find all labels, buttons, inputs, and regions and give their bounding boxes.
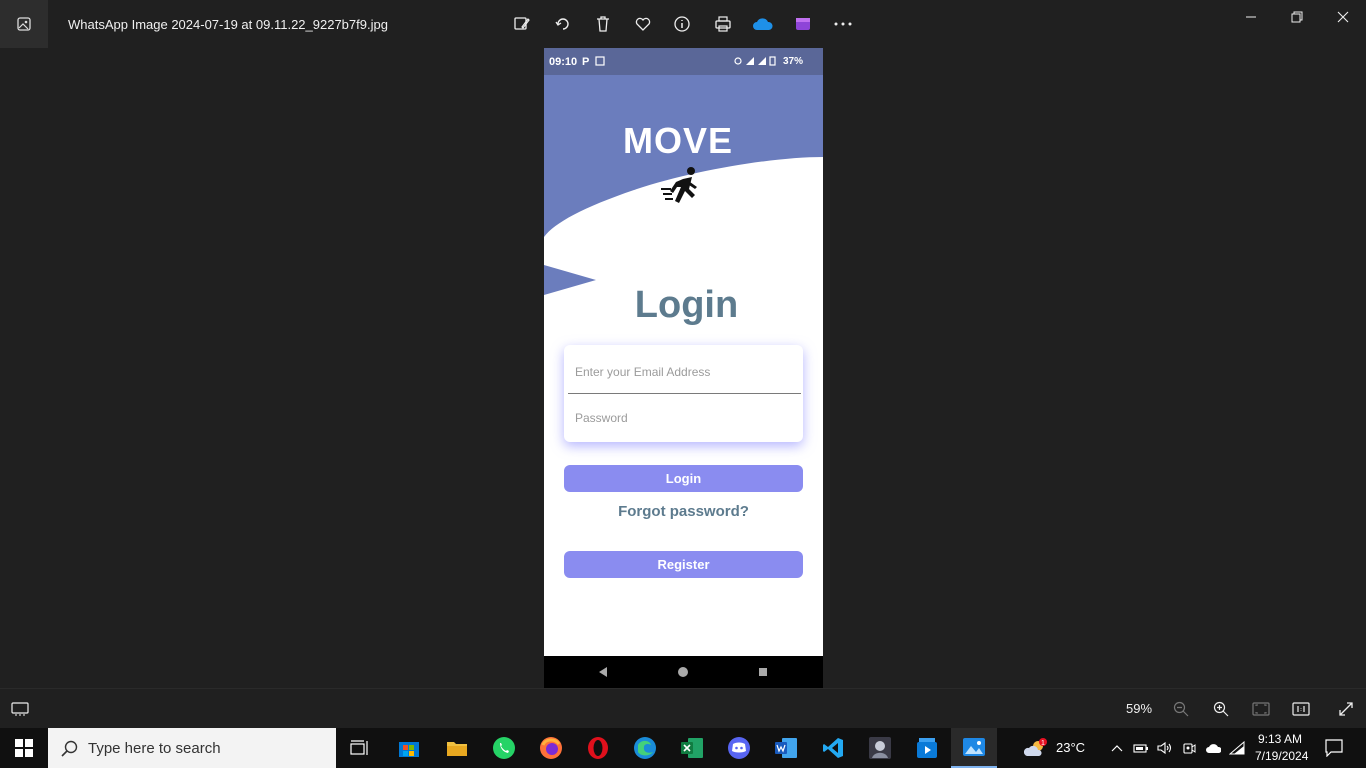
password-field[interactable]: Password [575, 411, 628, 425]
file-name: WhatsApp Image 2024-07-19 at 09.11.22_92… [68, 17, 388, 32]
fullscreen-icon[interactable] [1334, 697, 1358, 721]
register-button[interactable]: Register [564, 551, 803, 578]
clock-date[interactable]: 7/19/2024 [1255, 749, 1308, 763]
microsoft-store-icon[interactable] [389, 732, 429, 764]
zoom-level: 59% [1126, 701, 1153, 716]
onedrive-icon[interactable] [751, 12, 775, 36]
clock-time[interactable]: 9:13 AM [1258, 732, 1302, 746]
favorite-icon[interactable] [631, 12, 655, 36]
zoom-out-icon[interactable] [1169, 697, 1193, 721]
file-explorer-icon[interactable] [437, 732, 477, 764]
login-form-card: Enter your Email Address Password [564, 345, 803, 442]
phone-status-bar: 09:10 P 37% [544, 48, 823, 75]
recents-icon[interactable] [755, 664, 771, 680]
firefox-icon[interactable] [531, 732, 571, 764]
weather-temperature: 23°C [1056, 740, 1086, 755]
photos-bottom-bar: 59% [0, 688, 1366, 728]
meet-now-icon[interactable] [1181, 740, 1197, 756]
print-icon[interactable] [711, 12, 735, 36]
word-icon[interactable] [766, 732, 806, 764]
status-battery: 37% [782, 56, 803, 67]
task-view-icon[interactable] [340, 732, 380, 764]
phone-nav-bar [544, 656, 823, 688]
calendar-icon [595, 56, 605, 66]
weather-badge: 1 [1041, 740, 1045, 747]
clipchamp-icon[interactable] [791, 12, 815, 36]
taskbar-search[interactable]: Type here to search [48, 728, 336, 768]
volume-icon[interactable] [1157, 740, 1173, 756]
more-icon[interactable] [831, 12, 855, 36]
filmstrip-icon[interactable] [8, 697, 32, 721]
taskbar: Type here to search 1 23°C 9:13 AM 7/19/… [0, 728, 1366, 768]
wifi-icon[interactable] [1229, 740, 1245, 756]
search-icon [61, 740, 78, 757]
vscode-icon[interactable] [813, 732, 853, 764]
opera-icon[interactable] [578, 732, 618, 764]
close-icon[interactable] [1320, 4, 1366, 30]
fit-to-window-icon[interactable] [1249, 697, 1273, 721]
back-icon[interactable] [595, 664, 611, 680]
notifications-icon[interactable] [1325, 739, 1343, 757]
restore-icon[interactable] [1274, 4, 1320, 30]
whatsapp-icon[interactable] [484, 732, 524, 764]
edit-image-icon[interactable] [510, 12, 534, 36]
signal-icons [734, 56, 776, 66]
info-icon[interactable] [670, 12, 694, 36]
home-icon[interactable] [675, 664, 691, 680]
title-bar: WhatsApp Image 2024-07-19 at 09.11.22_92… [0, 0, 1366, 48]
runner-icon [661, 167, 697, 203]
login-button[interactable]: Login [564, 465, 803, 492]
actual-size-icon[interactable] [1289, 697, 1313, 721]
start-button[interactable] [0, 728, 48, 768]
game-app-icon[interactable] [860, 732, 900, 764]
email-field[interactable]: Enter your Email Address [575, 365, 710, 379]
edge-icon[interactable] [625, 732, 665, 764]
weather-icon[interactable]: 1 [1024, 738, 1048, 758]
excel-icon[interactable] [672, 732, 712, 764]
status-p: P [582, 56, 590, 68]
search-placeholder: Type here to search [88, 740, 221, 757]
show-hidden-icons-icon[interactable] [1109, 740, 1125, 756]
photos-app-icon[interactable] [0, 0, 48, 48]
minimize-icon[interactable] [1228, 4, 1274, 30]
zoom-in-icon[interactable] [1209, 697, 1233, 721]
photos-taskbar-icon[interactable] [951, 728, 997, 768]
battery-icon[interactable] [1133, 740, 1149, 756]
rotate-icon[interactable] [551, 12, 575, 36]
delete-icon[interactable] [591, 12, 615, 36]
login-heading: Login [634, 284, 739, 326]
discord-icon[interactable] [719, 732, 759, 764]
forgot-password-link[interactable]: Forgot password? [544, 503, 823, 520]
onedrive-tray-icon[interactable] [1205, 740, 1221, 756]
field-divider [568, 393, 801, 394]
windows-icon [15, 739, 33, 757]
media-player-icon[interactable] [907, 732, 947, 764]
brand-title: MOVE [622, 120, 733, 161]
status-time: 09:10 [549, 56, 578, 68]
phone-screenshot: 09:10 P 37% MOVE Login Enter your Email … [544, 48, 823, 688]
